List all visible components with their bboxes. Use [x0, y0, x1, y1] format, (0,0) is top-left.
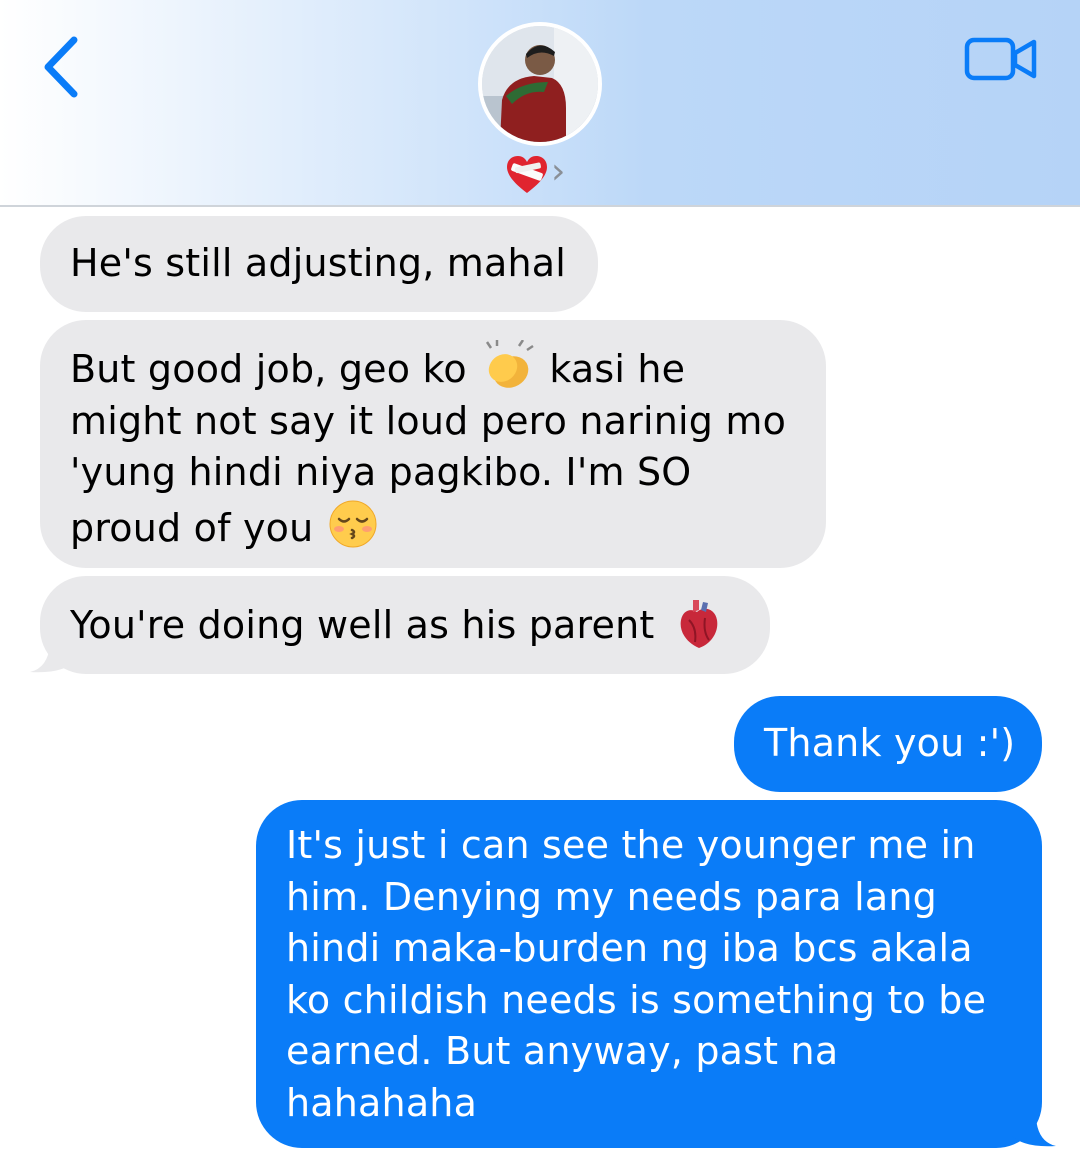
- heart-with-bandage-icon: [507, 156, 547, 193]
- message-line: him. Denying my needs para lang: [286, 874, 937, 919]
- contact-avatar[interactable]: [478, 22, 602, 146]
- kissing-face-closed-eyes-icon: [329, 500, 377, 547]
- contact-photo: [482, 26, 598, 142]
- incoming-message[interactable]: But good job, geo ko kasi he might not s…: [40, 320, 826, 568]
- message-line: might not say it loud pero narinig mo: [70, 398, 787, 443]
- incoming-message[interactable]: He's still adjusting, mahal: [40, 216, 598, 312]
- message-text: But good job, geo ko: [70, 347, 467, 391]
- message-text: Thank you :'): [764, 721, 1016, 765]
- outgoing-message[interactable]: Thank you :'): [734, 696, 1042, 792]
- message-line: ko childish needs is something to be: [286, 977, 987, 1022]
- chevron-left-icon: [44, 36, 78, 98]
- contact-status[interactable]: ›: [505, 151, 585, 195]
- incoming-message[interactable]: You're doing well as his parent: [40, 576, 770, 674]
- incoming-bubble-tail: [30, 644, 76, 673]
- clapping-hands-icon: [486, 340, 534, 388]
- anatomical-heart-icon: [680, 600, 718, 648]
- outgoing-message[interactable]: It's just i can see the younger me in hi…: [256, 800, 1042, 1148]
- message-text: He's still adjusting, mahal: [70, 241, 567, 285]
- message-line: But good job, geo ko kasi he: [70, 340, 826, 396]
- message-line: hahahaha: [286, 1080, 478, 1125]
- message-line: earned. But anyway, past na: [286, 1029, 839, 1073]
- message-text: kasi he: [549, 347, 686, 391]
- video-call-button[interactable]: [964, 36, 1038, 84]
- back-button[interactable]: [40, 32, 90, 102]
- video-camera-icon: [964, 37, 1037, 81]
- outgoing-bubble-tail: [1010, 1118, 1056, 1147]
- status-chevron: ›: [551, 151, 566, 192]
- message-line: 'yung hindi niya pagkibo. I'm SO: [70, 450, 692, 494]
- message-text: proud of you: [70, 505, 314, 550]
- message-line: proud of you: [70, 499, 826, 555]
- message-text: You're doing well as his parent: [70, 603, 655, 647]
- conversation-header: ›: [0, 0, 1080, 207]
- message-line: hindi maka-burden ng iba bcs akala: [286, 926, 973, 970]
- message-line: It's just i can see the younger me in: [286, 823, 976, 867]
